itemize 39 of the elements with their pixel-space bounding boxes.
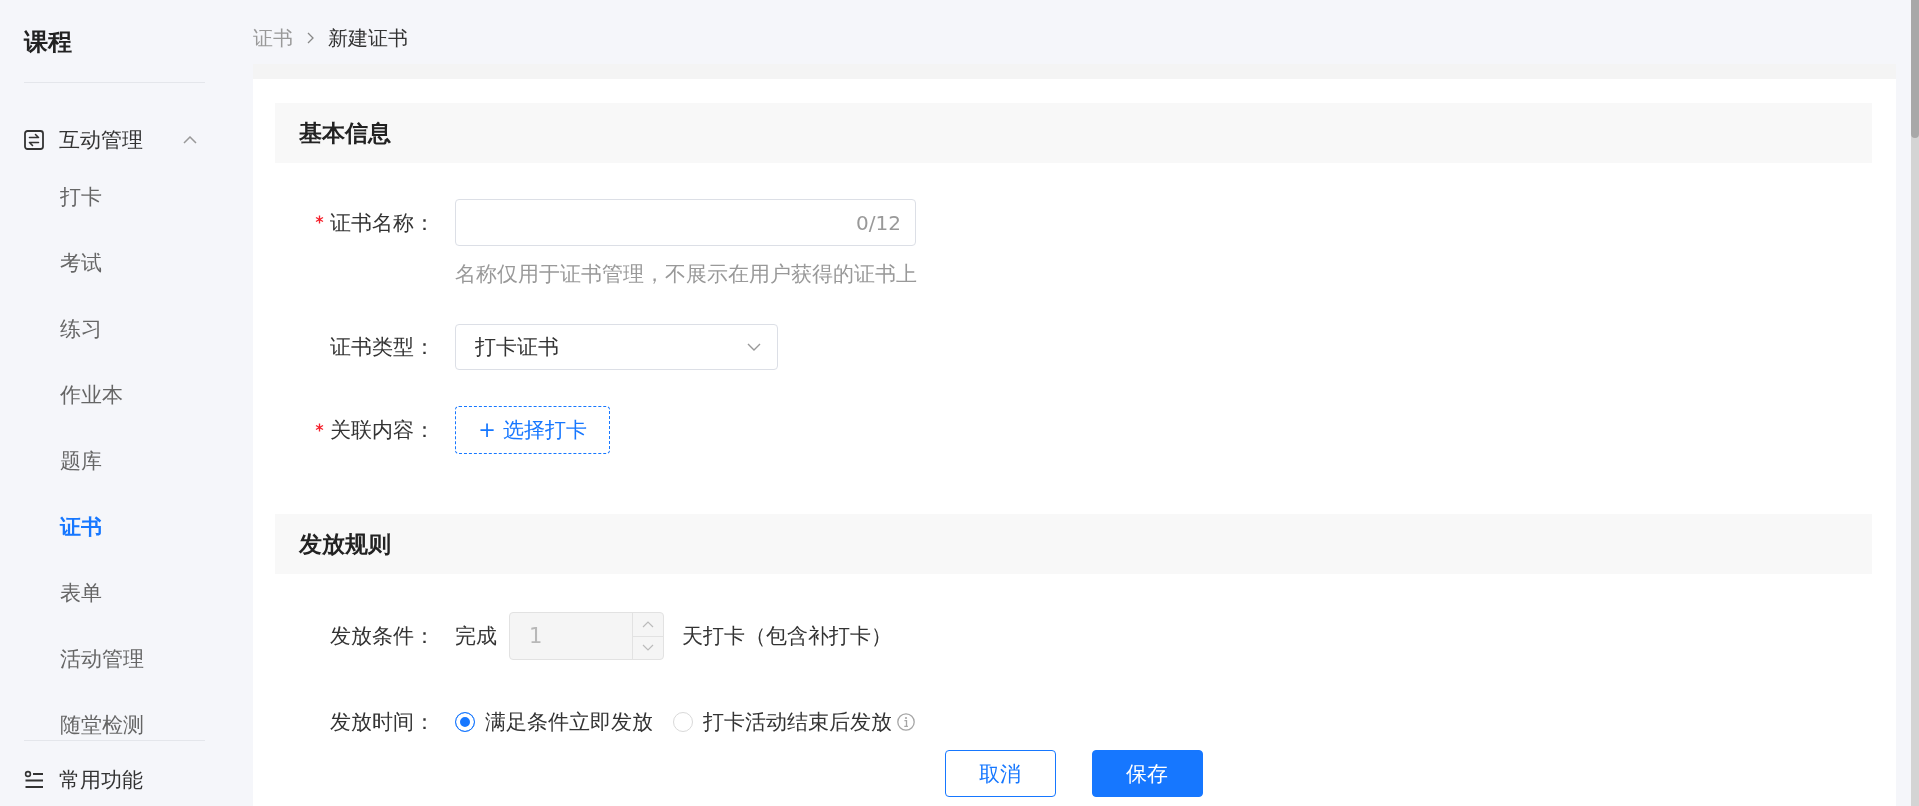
field-label: 关联内容： xyxy=(330,417,435,444)
sidebar-group-header[interactable]: 互动管理 xyxy=(24,115,205,165)
sidebar-item[interactable]: 打卡 xyxy=(24,181,205,213)
sidebar-group-header[interactable]: 常用功能 xyxy=(24,755,205,805)
save-button[interactable]: 保存 xyxy=(1091,750,1203,797)
sidebar-item[interactable]: 证书 xyxy=(24,511,205,543)
chevron-down-icon xyxy=(642,644,654,652)
list-icon xyxy=(24,770,44,790)
sidebar-item[interactable]: 题库 xyxy=(24,445,205,477)
swap-arrows-icon xyxy=(24,130,44,150)
add-content-button[interactable]: + 选择打卡 xyxy=(455,406,610,454)
chevron-down-icon xyxy=(747,343,761,351)
field-label: 证书类型： xyxy=(330,334,435,361)
section-header: 基本信息 xyxy=(275,103,1872,163)
scrollbar-thumb[interactable] xyxy=(1911,0,1919,138)
section-header: 发放规则 xyxy=(275,514,1872,574)
radio-option[interactable]: 打卡活动结束后发放 xyxy=(673,708,892,736)
field-label: 发放时间： xyxy=(330,709,435,736)
chevron-right-icon xyxy=(307,32,314,44)
sidebar-item[interactable]: 随堂检测 xyxy=(24,709,205,740)
condition-text: 完成 xyxy=(455,623,497,650)
select-field[interactable]: 打卡证书 xyxy=(455,324,778,370)
cancel-button[interactable]: 取消 xyxy=(944,750,1056,797)
sidebar-item[interactable]: 考试 xyxy=(24,247,205,279)
sidebar-item[interactable]: 练习 xyxy=(24,313,205,345)
breadcrumb-current: 新建证书 xyxy=(328,25,408,51)
field-label: 证书名称： xyxy=(330,209,435,237)
text-input-field[interactable]: 0/12 xyxy=(455,199,916,246)
hint-text: 名称仅用于证书管理，不展示在用户获得的证书上 xyxy=(455,261,917,288)
field-label: 发放条件： xyxy=(330,623,435,650)
radio-option[interactable]: 满足条件立即发放 xyxy=(455,708,653,736)
sidebar-item[interactable]: 表单 xyxy=(24,577,205,609)
character-counter: 0/12 xyxy=(856,210,901,235)
sidebar-item[interactable]: 作业本 xyxy=(24,379,205,411)
sidebar-item[interactable]: 活动管理 xyxy=(24,643,205,675)
scrollbar-track[interactable] xyxy=(1911,0,1919,806)
chevron-up-icon xyxy=(642,620,654,628)
sidebar-title: 课程 xyxy=(24,28,72,56)
condition-text: 天打卡（包含补打卡） xyxy=(682,623,892,650)
